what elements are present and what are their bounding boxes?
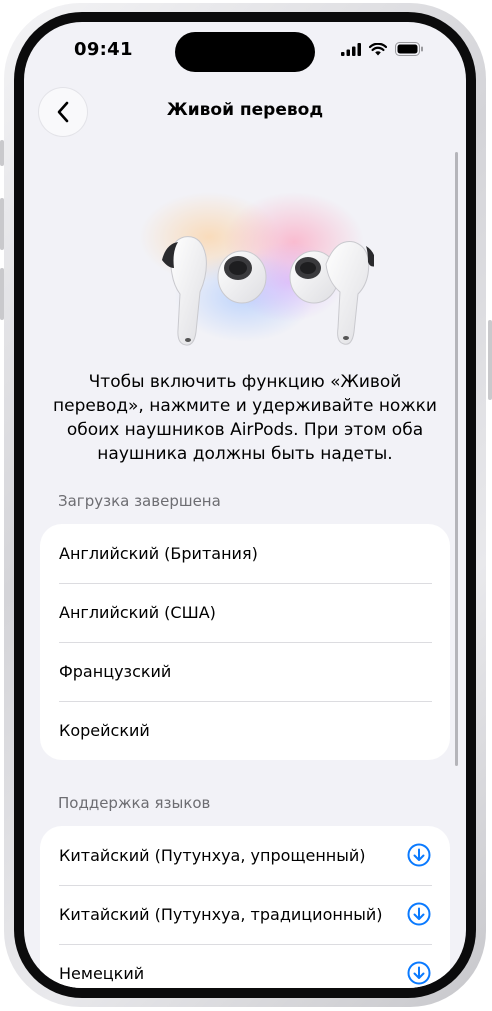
instructions-text: Чтобы включить функцию «Живой перевод», …: [53, 372, 437, 464]
dynamic-island: [175, 32, 315, 72]
downloaded-languages-list: Английский (Британия) Английский (США) Ф…: [40, 524, 450, 760]
list-item-label: Французский: [59, 662, 172, 681]
supported-section-header: Поддержка языков: [58, 794, 211, 812]
list-item[interactable]: Немецкий: [40, 944, 450, 988]
right-airpod: [289, 240, 374, 345]
list-item-label: Английский (США): [59, 603, 216, 622]
list-item[interactable]: Английский (США): [40, 583, 450, 642]
list-item[interactable]: Французский: [40, 642, 450, 701]
list-item-label: Китайский (Путунхуа, традиционный): [59, 905, 383, 924]
list-item-label: Немецкий: [59, 964, 145, 983]
list-item[interactable]: Китайский (Путунхуа, традиционный): [40, 885, 450, 944]
status-time: 09:41: [74, 39, 133, 60]
list-item-label: Корейский: [59, 721, 150, 740]
status-icons: [341, 42, 424, 56]
list-item-label: Китайский (Путунхуа, упрощенный): [59, 846, 366, 865]
download-icon[interactable]: [407, 843, 431, 867]
wifi-icon: [369, 42, 387, 55]
power-button: [488, 320, 492, 400]
list-item[interactable]: Английский (Британия): [40, 524, 450, 583]
scroll-indicator: [455, 152, 458, 766]
list-item-label: Английский (Британия): [59, 544, 258, 563]
supported-languages-list: Китайский (Путунхуа, упрощенный) Китайск…: [40, 826, 450, 988]
list-item[interactable]: Китайский (Путунхуа, упрощенный): [40, 826, 450, 885]
download-icon[interactable]: [407, 902, 431, 926]
cellular-signal-icon: [341, 42, 361, 56]
page-title: Живой перевод: [166, 100, 324, 120]
airpods-illustration: [139, 192, 374, 346]
screen: 09:41 Живой перевод Чтобы включить функц…: [24, 22, 466, 988]
download-icon[interactable]: [407, 961, 431, 985]
downloaded-section-header: Загрузка завершена: [58, 492, 221, 510]
battery-icon: [395, 42, 423, 56]
list-item[interactable]: Корейский: [40, 701, 450, 760]
